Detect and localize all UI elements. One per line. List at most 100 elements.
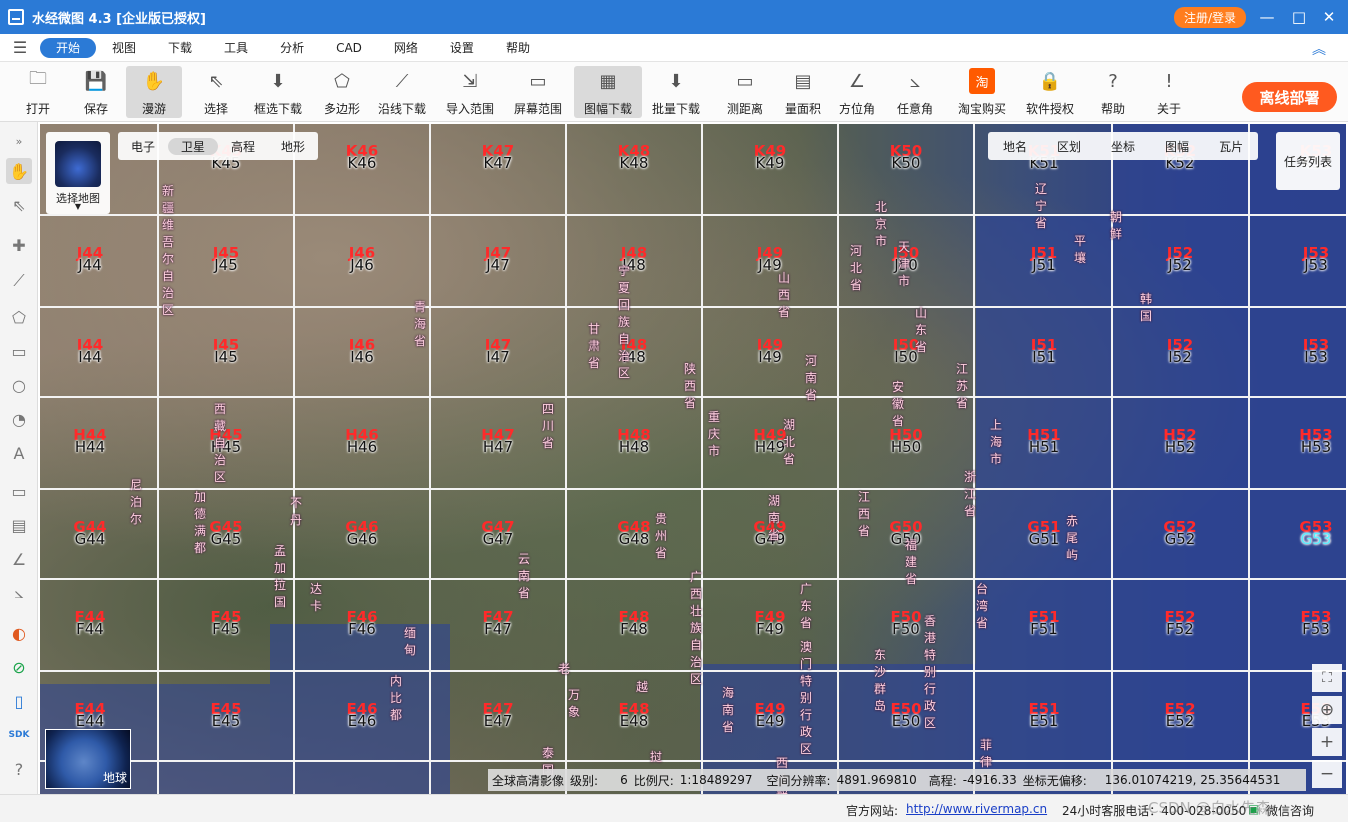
map-layer-tab-4[interactable]: 瓦片 bbox=[1204, 138, 1258, 155]
map-sheet-tile[interactable]: F44 F44 bbox=[40, 580, 158, 671]
toolbar-button-3[interactable]: ⇖ 选择 bbox=[196, 66, 236, 118]
map-sheet-tile[interactable]: F47 F47 bbox=[430, 580, 566, 671]
toolbar-button-18[interactable]: ! 关于 bbox=[1154, 66, 1184, 118]
offline-deploy-button[interactable]: 离线部署 bbox=[1242, 82, 1337, 112]
map-sheet-tile[interactable]: E50 E50 bbox=[838, 672, 974, 763]
toolbar-button-5[interactable]: ⬠ 多边形 bbox=[322, 66, 362, 118]
maximize-icon[interactable]: □ bbox=[1288, 6, 1310, 28]
map-sheet-tile[interactable]: H53 H53 bbox=[1248, 398, 1346, 489]
wechat-consult-link[interactable]: 微信咨询 bbox=[1266, 802, 1314, 819]
measure-azimuth-icon[interactable]: ∠ bbox=[6, 546, 32, 572]
fullscreen-icon[interactable]: ⛶ bbox=[1312, 664, 1342, 692]
map-sheet-tile[interactable]: G46 G46 bbox=[294, 490, 430, 581]
toolbar-button-6[interactable]: ⟋ 沿线下载 bbox=[378, 66, 426, 118]
map-sheet-tile[interactable]: I49 I49 bbox=[702, 308, 838, 399]
map-source-tab-1[interactable]: 卫星 bbox=[168, 137, 219, 155]
map-sheet-tile[interactable]: J44 J44 bbox=[40, 216, 158, 307]
map-layer-tab-0[interactable]: 地名 bbox=[988, 138, 1042, 155]
map-sheet-tile[interactable]: I44 I44 bbox=[40, 308, 158, 399]
map-sheet-tile[interactable]: E45 E45 bbox=[158, 672, 294, 763]
map-sheet-tile[interactable]: G48 G48 bbox=[566, 490, 702, 581]
toolbar-button-12[interactable]: ▤ 量面积 bbox=[784, 66, 822, 118]
map-sheet-tile[interactable]: I47 I47 bbox=[430, 308, 566, 399]
hamburger-menu-icon[interactable]: ☰ bbox=[0, 38, 40, 57]
map-sheet-tile[interactable]: J48 J48 bbox=[566, 216, 702, 307]
map-view[interactable]: K45K45K46K46K47K47K48K48K49K49K50K50K51K… bbox=[40, 124, 1346, 794]
zoom-in-button[interactable]: + bbox=[1312, 728, 1342, 756]
menu-item-7[interactable]: 设置 bbox=[434, 38, 490, 58]
link-icon[interactable]: ⊘ bbox=[6, 654, 32, 680]
toolbar-button-9[interactable]: ▦ 图幅下载 bbox=[574, 66, 642, 118]
measure-area-icon[interactable]: ▤ bbox=[6, 512, 32, 538]
map-sheet-tile[interactable]: H50 H50 bbox=[838, 398, 974, 489]
toolbar-button-14[interactable]: ⦣ 任意角 bbox=[896, 66, 934, 118]
zoom-out-button[interactable]: − bbox=[1312, 760, 1342, 788]
map-sheet-tile[interactable]: I46 I46 bbox=[294, 308, 430, 399]
toolbar-button-11[interactable]: ▭ 测距离 bbox=[726, 66, 764, 118]
menu-item-6[interactable]: 网络 bbox=[378, 38, 434, 58]
toolbar-button-7[interactable]: ⇲ 导入范围 bbox=[446, 66, 494, 118]
map-sheet-tile[interactable]: K47 K47 bbox=[430, 124, 566, 205]
menu-item-0[interactable]: 开始 bbox=[40, 37, 97, 58]
map-sheet-tile[interactable]: J53 J53 bbox=[1248, 216, 1346, 307]
toolbar-button-17[interactable]: ? 帮助 bbox=[1098, 66, 1128, 118]
toolbar-button-2[interactable]: ✋ 漫游 bbox=[126, 66, 182, 118]
measure-distance-icon[interactable]: ▭ bbox=[6, 478, 32, 504]
map-sheet-tile[interactable]: E51 E51 bbox=[976, 672, 1112, 763]
map-sheet-tile[interactable]: H49 H49 bbox=[702, 398, 838, 489]
collapse-ribbon-icon[interactable]: ︽ bbox=[1312, 39, 1326, 59]
toolbar-button-4[interactable]: ⬇ 框选下载 bbox=[254, 66, 302, 118]
map-layer-tab-3[interactable]: 图幅 bbox=[1150, 138, 1204, 155]
map-sheet-tile[interactable]: F51 F51 bbox=[976, 580, 1112, 671]
map-sheet-tile[interactable]: G47 G47 bbox=[430, 490, 566, 581]
map-sheet-tile[interactable]: K50 K50 bbox=[838, 124, 974, 205]
help-circle-icon[interactable]: ? bbox=[6, 756, 32, 782]
map-sheet-tile[interactable]: F52 F52 bbox=[1112, 580, 1248, 671]
draw-rectangle-icon[interactable]: ▭ bbox=[6, 338, 32, 364]
measure-angle-icon[interactable]: ⦣ bbox=[6, 580, 32, 606]
toolbar-button-1[interactable]: 💾 保存 bbox=[78, 66, 114, 118]
draw-circle-icon[interactable]: ○ bbox=[6, 372, 32, 398]
map-sheet-tile[interactable]: J49 J49 bbox=[702, 216, 838, 307]
map-sheet-tile[interactable]: J52 J52 bbox=[1112, 216, 1248, 307]
select-arrow-icon[interactable]: ⇖ bbox=[6, 192, 32, 218]
map-source-tab-3[interactable]: 地形 bbox=[268, 138, 318, 155]
task-list-button[interactable]: 任务列表 bbox=[1276, 132, 1340, 190]
map-sheet-tile[interactable]: E52 E52 bbox=[1112, 672, 1248, 763]
close-icon[interactable]: ✕ bbox=[1318, 6, 1340, 28]
map-sheet-tile[interactable]: I48 I48 bbox=[566, 308, 702, 399]
plugin-icon[interactable]: ◐ bbox=[6, 620, 32, 646]
map-sheet-tile[interactable]: H52 H52 bbox=[1112, 398, 1248, 489]
draw-polygon-icon[interactable]: ⬠ bbox=[6, 304, 32, 330]
menu-item-5[interactable]: CAD bbox=[320, 38, 378, 58]
map-layer-tab-2[interactable]: 坐标 bbox=[1096, 138, 1150, 155]
map-sheet-tile[interactable]: J47 J47 bbox=[430, 216, 566, 307]
map-sheet-tile[interactable]: I51 I51 bbox=[976, 308, 1112, 399]
map-sheet-tile[interactable]: H48 H48 bbox=[566, 398, 702, 489]
toolbar-button-10[interactable]: ⬇ 批量下载 bbox=[652, 66, 700, 118]
menu-item-4[interactable]: 分析 bbox=[264, 38, 320, 58]
map-sheet-tile[interactable]: F48 F48 bbox=[566, 580, 702, 671]
map-sheet-tile[interactable]: F50 F50 bbox=[838, 580, 974, 671]
map-sheet-tile[interactable]: F49 F49 bbox=[702, 580, 838, 671]
map-source-tab-2[interactable]: 高程 bbox=[218, 138, 268, 155]
map-sheet-tile[interactable]: I50 I50 bbox=[838, 308, 974, 399]
map-layer-tab-1[interactable]: 区划 bbox=[1042, 138, 1096, 155]
map-sheet-tile[interactable]: J45 J45 bbox=[158, 216, 294, 307]
map-sheet-tile[interactable]: G53 G53 bbox=[1248, 490, 1346, 581]
menu-item-2[interactable]: 下载 bbox=[152, 38, 208, 58]
add-text-icon[interactable]: A bbox=[6, 440, 32, 466]
map-sheet-tile[interactable]: F53 F53 bbox=[1248, 580, 1346, 671]
pan-hand-icon[interactable]: ✋ bbox=[6, 158, 32, 184]
map-sheet-tile[interactable]: E46 E46 bbox=[294, 672, 430, 763]
map-sheet-tile[interactable]: K49 K49 bbox=[702, 124, 838, 205]
minimize-icon[interactable]: — bbox=[1256, 6, 1278, 28]
toolbar-button-15[interactable]: 淘淘宝购买 bbox=[958, 66, 1006, 118]
draw-marker-icon[interactable]: ✚ bbox=[6, 232, 32, 258]
map-sheet-tile[interactable]: I53 I53 bbox=[1248, 308, 1346, 399]
draw-sector-icon[interactable]: ◔ bbox=[6, 406, 32, 432]
menu-item-1[interactable]: 视图 bbox=[96, 38, 152, 58]
map-sheet-tile[interactable]: I52 I52 bbox=[1112, 308, 1248, 399]
draw-line-icon[interactable]: ⟋ bbox=[6, 268, 32, 294]
menu-item-3[interactable]: 工具 bbox=[208, 38, 264, 58]
